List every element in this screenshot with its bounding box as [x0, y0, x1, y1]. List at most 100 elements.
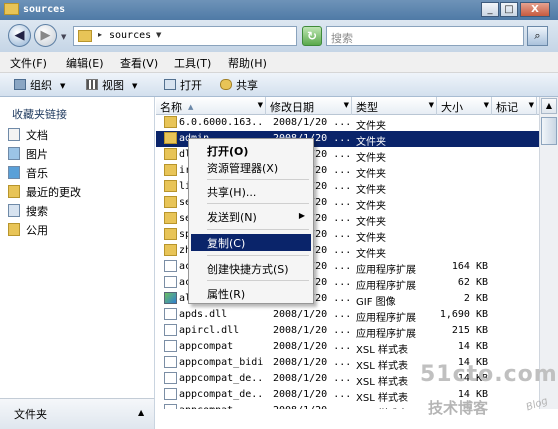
folder-icon	[78, 30, 92, 42]
watermark-subtitle: 技术博客	[428, 399, 489, 417]
column-header-tags[interactable]: 标记 ▼	[492, 97, 537, 115]
organize-label: 组织	[30, 79, 52, 92]
favorite-recently-changed[interactable]: 最近的更改	[8, 184, 81, 200]
file-type: 文件夹	[356, 169, 386, 180]
open-button[interactable]: 打开	[164, 77, 202, 93]
gif-file-icon	[164, 292, 177, 304]
dll-file-icon	[164, 260, 177, 272]
chevron-down-icon[interactable]: ▼	[429, 101, 434, 109]
close-button[interactable]: X	[520, 2, 550, 17]
favorite-pictures[interactable]: 图片	[8, 146, 48, 162]
minimize-button[interactable]: _	[481, 2, 499, 17]
scrollbar-thumb[interactable]	[541, 117, 557, 145]
favorite-links-heading: 收藏夹链接	[12, 108, 67, 121]
file-name: apds.dll	[179, 309, 228, 320]
chevron-down-icon[interactable]: ▼	[529, 101, 534, 109]
context-copy[interactable]: 复制(C)	[191, 234, 311, 251]
favorite-documents[interactable]: 文档	[8, 127, 48, 143]
menu-edit[interactable]: 编辑(E)	[66, 55, 104, 71]
search-placeholder: 搜索	[331, 32, 353, 45]
xsl-file-icon	[164, 372, 177, 384]
pictures-icon	[8, 147, 20, 160]
column-label: 类型	[356, 101, 378, 114]
menu-separator	[207, 255, 309, 256]
column-label: 大小	[441, 101, 463, 114]
share-label: 共享	[236, 79, 258, 92]
folders-toggle[interactable]: 文件夹 ▲	[0, 398, 155, 429]
folder-icon	[164, 180, 177, 192]
file-type: 应用程序扩展	[356, 313, 416, 324]
chevron-down-icon[interactable]: ▼	[484, 101, 489, 109]
favorite-music[interactable]: 音乐	[8, 165, 48, 181]
favorite-label: 公用	[26, 224, 48, 237]
file-name: appcompat_...	[179, 405, 263, 409]
file-type: XSL 样式表	[356, 377, 408, 388]
xsl-file-icon	[164, 356, 177, 368]
recent-pages-dropdown-icon[interactable]: ▼	[61, 33, 66, 41]
menu-tools[interactable]: 工具(T)	[174, 55, 211, 71]
address-field[interactable]: ▸ sources ▼ ▼	[73, 26, 360, 46]
file-name: 6.0.6000.163...	[179, 117, 263, 128]
file-date: 2008/1/20 ...	[273, 117, 349, 128]
folder-icon	[164, 164, 177, 176]
file-type: 文件夹	[356, 233, 386, 244]
menu-help[interactable]: 帮助(H)	[228, 55, 267, 71]
folder-icon	[164, 212, 177, 224]
file-name: appcompat_bidi	[179, 357, 263, 368]
organize-icon	[14, 79, 26, 90]
file-type: XSL 样式表	[356, 405, 430, 409]
dll-file-icon	[164, 308, 177, 320]
address-path[interactable]: sources	[109, 30, 151, 41]
open-icon	[164, 79, 176, 90]
file-name: appcompat_de...	[179, 373, 263, 384]
chevron-down-icon[interactable]: ▼	[344, 101, 349, 109]
file-type: 应用程序扩展	[356, 281, 416, 292]
organize-button[interactable]: 组织 ▼	[14, 77, 65, 93]
context-properties[interactable]: 属性(R)	[191, 285, 311, 302]
folders-label: 文件夹	[14, 408, 47, 421]
favorite-label: 图片	[26, 148, 48, 161]
file-type: 应用程序扩展	[356, 329, 416, 340]
breadcrumb-separator-icon[interactable]: ▸	[98, 30, 102, 39]
scroll-up-button[interactable]: ▲	[541, 98, 557, 114]
chevron-down-icon[interactable]: ▼	[258, 101, 263, 109]
file-type: XSL 样式表	[356, 345, 408, 356]
context-open[interactable]: 打开(O)	[191, 142, 311, 159]
favorite-searches[interactable]: 搜索	[8, 203, 48, 219]
context-explore[interactable]: 资源管理器(X)	[191, 159, 311, 176]
file-row[interactable]: apds.dll 2008/1/20 ... 应用程序扩展 1,690 KB	[156, 307, 539, 324]
forward-button[interactable]: ▶	[34, 24, 57, 47]
file-date: 2008/1/20 ...	[273, 309, 349, 320]
favorite-label: 文档	[26, 129, 48, 142]
views-button[interactable]: 视图 ▼	[86, 77, 137, 93]
refresh-button[interactable]: ↻	[302, 26, 322, 46]
column-header-size[interactable]: 大小 ▼	[437, 97, 492, 115]
search-icon[interactable]: ⌕	[527, 26, 548, 46]
column-header-name[interactable]: 名称 ▲ ▼	[156, 97, 266, 115]
context-create-shortcut[interactable]: 创建快捷方式(S)	[191, 260, 311, 277]
menu-file[interactable]: 文件(F)	[10, 55, 47, 71]
column-header-type[interactable]: 类型 ▼	[352, 97, 437, 115]
folder-icon	[164, 196, 177, 208]
column-headers: 名称 ▲ ▼ 修改日期 ▼ 类型 ▼ 大小 ▼ 标记 ▼	[156, 97, 548, 115]
search-input[interactable]: 搜索	[326, 26, 524, 46]
command-toolbar: 组织 ▼ 视图 ▼ 打开 共享	[0, 73, 558, 97]
share-button[interactable]: 共享	[220, 77, 258, 93]
folder-icon	[164, 132, 177, 144]
menu-separator	[207, 229, 309, 230]
file-row[interactable]: appcompat 2008/1/20 ... XSL 样式表 14 KB	[156, 339, 539, 356]
favorite-label: 搜索	[26, 205, 48, 218]
file-row[interactable]: 6.0.6000.163... 2008/1/20 ... 文件夹	[156, 115, 539, 132]
file-size: 62 KB	[457, 277, 488, 288]
column-header-date[interactable]: 修改日期 ▼	[266, 97, 352, 115]
dll-file-icon	[164, 276, 177, 288]
context-share[interactable]: 共享(H)...	[191, 183, 311, 200]
back-button[interactable]: ◀	[8, 24, 31, 47]
menu-view[interactable]: 查看(V)	[120, 55, 158, 71]
chevron-down-icon[interactable]: ▼	[156, 31, 161, 39]
file-row[interactable]: apircl.dll 2008/1/20 ... 应用程序扩展 215 KB	[156, 323, 539, 340]
maximize-button[interactable]: □	[500, 2, 518, 17]
favorite-public[interactable]: 公用	[8, 222, 48, 238]
context-send-to[interactable]: 发送到(N) ▶	[191, 208, 311, 225]
file-size: 2 KB	[463, 293, 488, 304]
